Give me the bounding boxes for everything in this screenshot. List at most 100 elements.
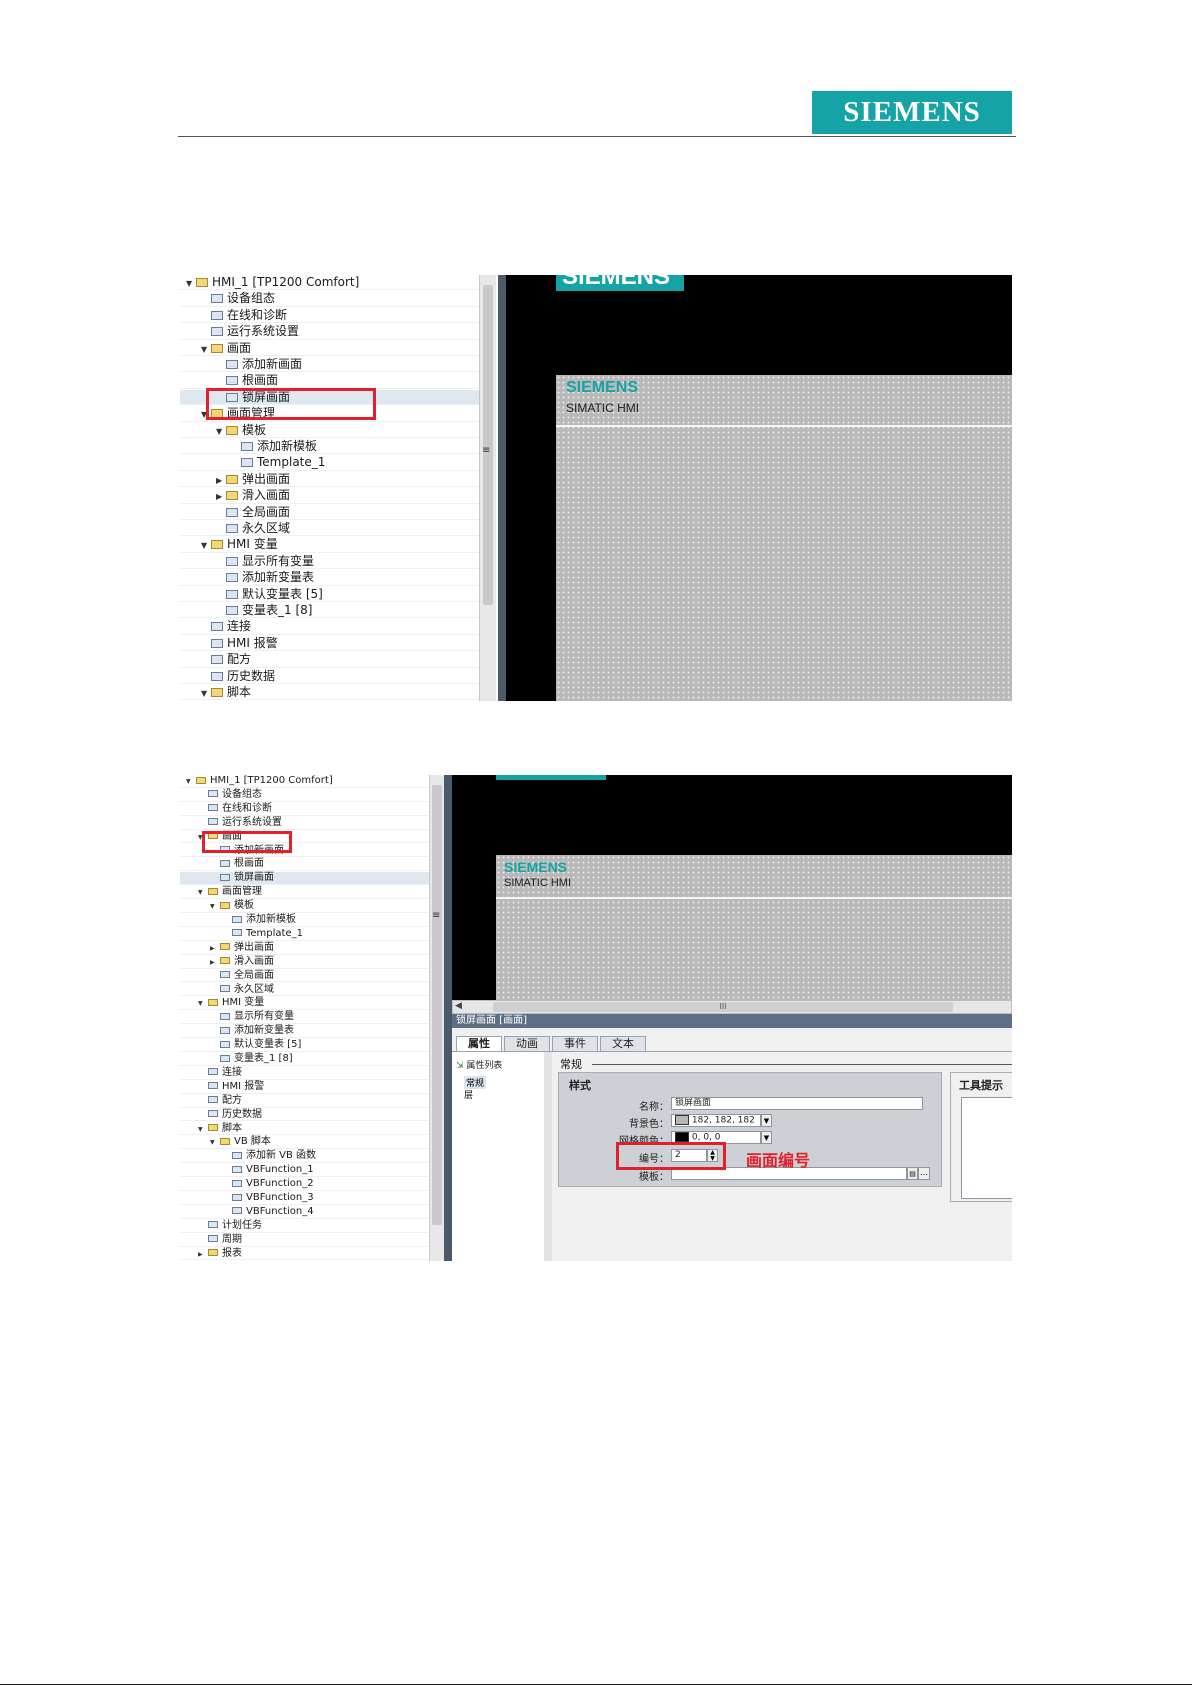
tree-scrollbar[interactable] xyxy=(479,275,496,701)
template-browse-button[interactable]: … xyxy=(918,1167,930,1180)
tree-item[interactable]: 配方 xyxy=(180,652,480,668)
name-field[interactable]: 锁屏画面 xyxy=(671,1097,923,1110)
grid-color-dropdown-icon[interactable]: ▼ xyxy=(761,1131,772,1144)
tree-item[interactable]: 设备组态 xyxy=(180,789,430,802)
tree-item[interactable]: Template_1 xyxy=(180,928,430,941)
tree-item[interactable]: 根画面 xyxy=(180,858,430,872)
expand-down-icon[interactable]: ▼ xyxy=(198,998,208,1011)
scrollbar-thumb[interactable] xyxy=(432,785,442,1225)
tree-item[interactable]: 历史数据 xyxy=(180,669,480,684)
nav-item-layer[interactable]: 层 xyxy=(464,1088,473,1101)
tree-item[interactable]: 周期 xyxy=(180,1234,430,1247)
tree-item[interactable]: 连接 xyxy=(180,619,480,635)
scroll-left-icon[interactable]: ◀ xyxy=(455,1001,462,1011)
tree-item[interactable]: VBFunction_3 xyxy=(180,1192,430,1205)
tree-item[interactable]: Template_1 xyxy=(180,455,480,471)
tree-item[interactable]: 设备组态 xyxy=(180,291,480,307)
expand-right-icon[interactable]: ▶ xyxy=(210,957,220,970)
tree-item[interactable]: 锁屏画面 xyxy=(180,872,430,886)
tree-item[interactable]: 显示所有变量 xyxy=(180,554,480,570)
tree-item[interactable]: 连接 xyxy=(180,1067,430,1080)
expand-down-icon[interactable]: ▼ xyxy=(198,887,208,900)
tree-item[interactable]: 根画面 xyxy=(180,373,480,389)
tree-item[interactable]: VBFunction_2 xyxy=(180,1178,430,1191)
tree-item[interactable]: 运行系统设置 xyxy=(180,817,430,830)
tree-item[interactable]: 添加新模板 xyxy=(180,439,480,455)
tree-item[interactable]: 全局画面 xyxy=(180,970,430,983)
tree-scrollbar[interactable] xyxy=(429,775,444,1261)
expand-right-icon[interactable]: ▶ xyxy=(216,489,226,504)
expand-down-icon[interactable]: ▼ xyxy=(216,424,226,439)
expand-down-icon[interactable]: ▼ xyxy=(186,776,196,789)
tree-item[interactable]: 配方 xyxy=(180,1095,430,1108)
tree-item[interactable]: ▼ HMI 变量 xyxy=(180,997,430,1011)
tree-item[interactable]: ▼ HMI_1 [TP1200 Comfort] xyxy=(180,275,480,291)
tree-item[interactable]: ▼ 模板 xyxy=(180,900,430,913)
tree-item[interactable]: ▼ HMI_1 [TP1200 Comfort] xyxy=(180,775,430,788)
tree-item[interactable]: 添加新画面 xyxy=(180,357,480,373)
tree-item[interactable]: ▶ 滑入画面 xyxy=(180,956,430,969)
tab-1[interactable]: 动画 xyxy=(504,1036,550,1052)
tree-item[interactable]: ▶ 报表 xyxy=(180,1248,430,1261)
tree-item[interactable]: ▼ HMI 变量 xyxy=(180,537,480,553)
tree-item[interactable]: 添加新变量表 xyxy=(180,1025,430,1039)
tree-item[interactable]: VBFunction_1 xyxy=(180,1164,430,1178)
expand-down-icon[interactable]: ▼ xyxy=(201,342,211,357)
tab-2[interactable]: 事件 xyxy=(552,1036,598,1052)
expand-right-icon[interactable]: ▶ xyxy=(216,473,226,488)
tree-item[interactable]: 全局画面 xyxy=(180,505,480,520)
splitter-grip-icon[interactable]: ≡ xyxy=(432,910,440,921)
tree-item[interactable]: 变量表_1 [8] xyxy=(180,603,480,619)
editor-canvas[interactable]: SIEMENS SIEMENS SIMATIC HMI xyxy=(506,275,1012,701)
scrollbar-thumb[interactable]: III xyxy=(493,1002,953,1012)
tree-item[interactable]: 历史数据 xyxy=(180,1109,430,1122)
tree-item[interactable]: ▼ 模板 xyxy=(180,423,480,438)
canvas-horizontal-scrollbar[interactable]: ◀ III xyxy=(452,1000,1012,1014)
tree-item[interactable]: VBFunction_4 xyxy=(180,1206,430,1219)
tree-item[interactable]: ▶ 弹出画面 xyxy=(180,472,480,488)
tree-item[interactable]: ▶ 滑入画面 xyxy=(180,488,480,504)
tree-item[interactable]: 添加新模板 xyxy=(180,914,430,927)
tree-item[interactable]: 在线和诊断 xyxy=(180,803,430,816)
tree-item[interactable]: ▼ 脚本 xyxy=(180,1123,430,1136)
tree-item[interactable]: 添加新 VB 函数 xyxy=(180,1150,430,1164)
tree-item[interactable]: 显示所有变量 xyxy=(180,1011,430,1025)
tree-item[interactable]: ▼ 画面 xyxy=(180,341,480,356)
tree-item[interactable]: 默认变量表 [5] xyxy=(180,1039,430,1052)
tree-item[interactable]: HMI 报警 xyxy=(180,1081,430,1094)
tree-item[interactable]: 变量表_1 [8] xyxy=(180,1053,430,1066)
hmi-screen-preview[interactable]: SIEMENS SIMATIC HMI xyxy=(496,855,1012,1000)
tree-item[interactable]: ▼ 画面管理 xyxy=(180,886,430,900)
tree-item[interactable]: 在线和诊断 xyxy=(180,308,480,324)
expand-down-icon[interactable]: ▼ xyxy=(186,276,196,291)
property-list-header[interactable]: ⇲ 属性列表 xyxy=(456,1058,502,1071)
tree-item[interactable]: ▼ 脚本 xyxy=(180,685,480,701)
tree-item[interactable]: 默认变量表 [5] xyxy=(180,587,480,602)
template-picker-icon[interactable]: ▤ xyxy=(907,1167,918,1180)
tree-item[interactable]: 运行系统设置 xyxy=(180,324,480,340)
tree-item[interactable]: 计划任务 xyxy=(180,1220,430,1233)
bg-color-dropdown-icon[interactable]: ▼ xyxy=(761,1114,772,1127)
tooltip-textarea[interactable] xyxy=(961,1097,1012,1199)
tree-item[interactable]: 添加新变量表 xyxy=(180,570,480,586)
expand-down-icon[interactable]: ▼ xyxy=(210,1137,220,1150)
expand-down-icon[interactable]: ▼ xyxy=(210,901,220,914)
tab-3[interactable]: 文本 xyxy=(600,1036,646,1052)
tab-0[interactable]: 属性 xyxy=(456,1036,502,1052)
expand-down-icon[interactable]: ▼ xyxy=(201,686,211,701)
expand-down-icon[interactable]: ▼ xyxy=(201,538,211,553)
expand-down-icon[interactable]: ▼ xyxy=(198,1124,208,1137)
tree-item[interactable]: ▼ VB 脚本 xyxy=(180,1136,430,1150)
tree-item[interactable]: 永久区域 xyxy=(180,984,430,997)
bg-color-field[interactable]: 182, 182, 182 xyxy=(671,1114,761,1127)
splitter-grip-icon[interactable]: ≡ xyxy=(482,445,490,456)
expand-right-icon[interactable]: ▶ xyxy=(210,943,220,956)
hmi-screen-preview[interactable]: SIEMENS SIMATIC HMI xyxy=(556,375,1012,701)
panel-splitter[interactable] xyxy=(498,275,506,701)
tree-item[interactable]: HMI 报警 xyxy=(180,636,480,652)
panel-splitter[interactable] xyxy=(444,775,452,1261)
expand-right-icon[interactable]: ▶ xyxy=(198,1249,208,1261)
nav-scrollbar[interactable] xyxy=(544,1052,552,1261)
tree-item[interactable]: 永久区域 xyxy=(180,521,480,537)
editor-canvas[interactable]: SIEMENS SIMATIC HMI xyxy=(452,775,1012,1000)
